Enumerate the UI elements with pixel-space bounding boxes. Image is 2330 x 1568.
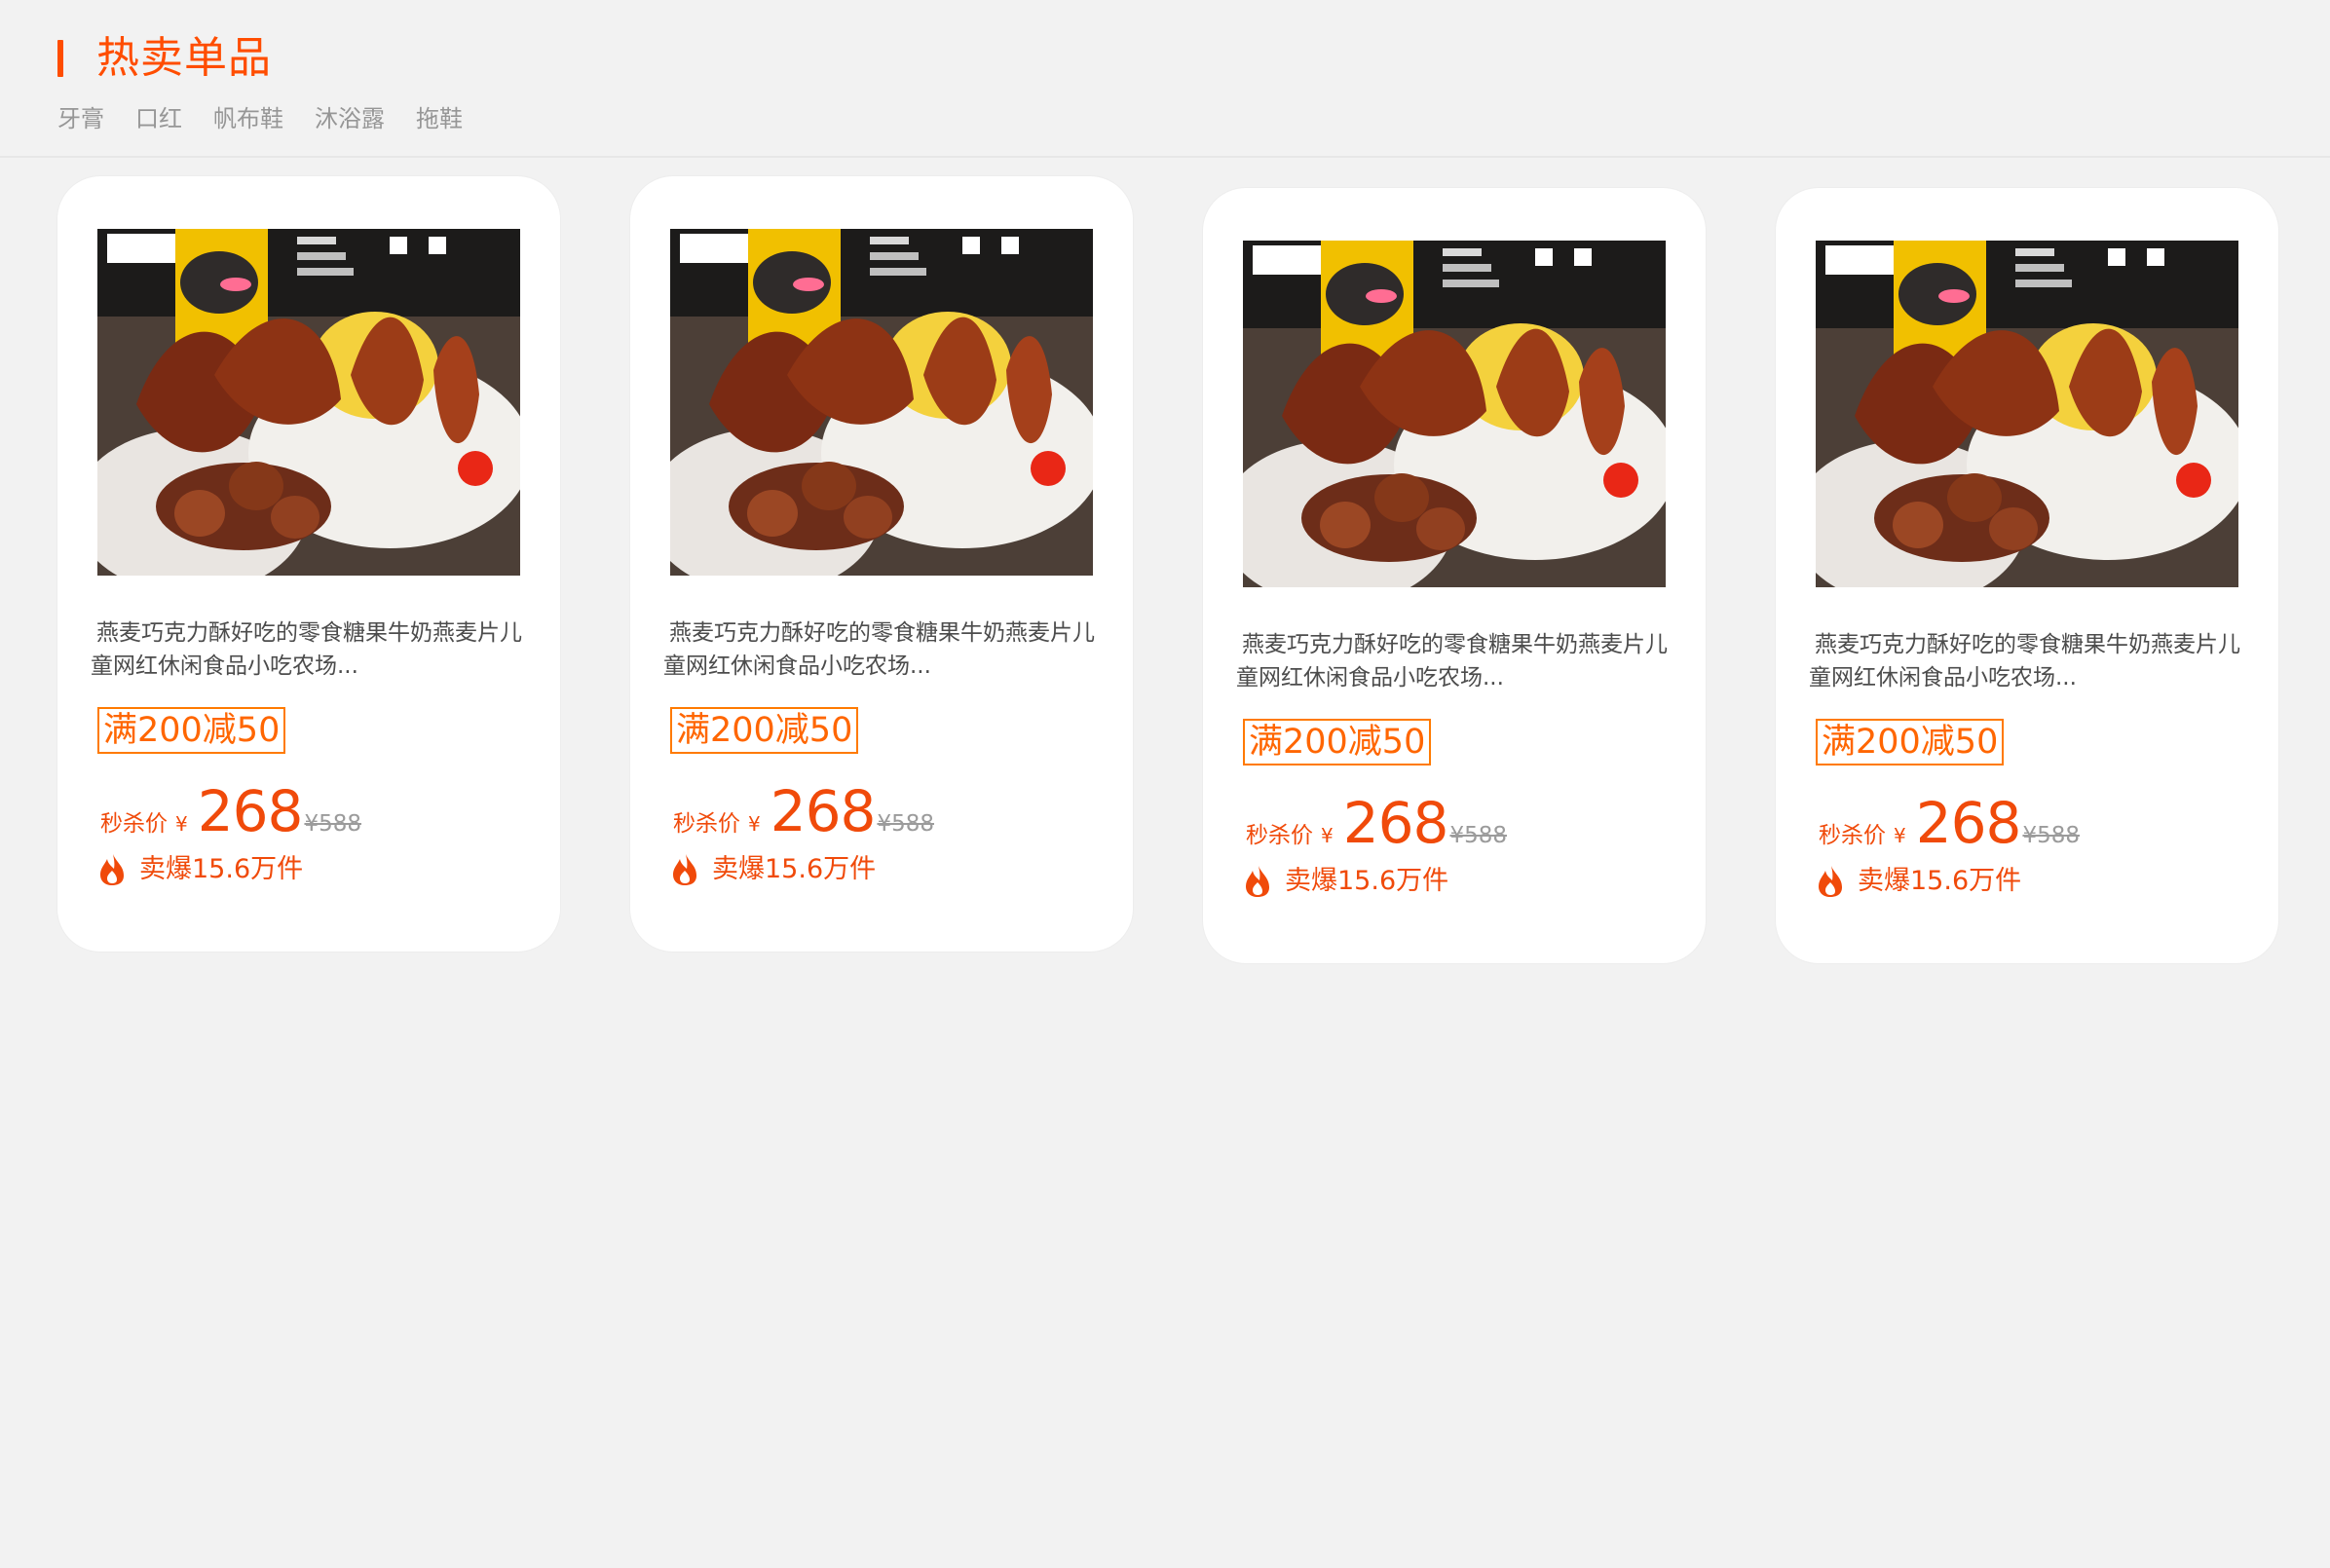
tab-canvas-shoes[interactable]: 帆布鞋 (213, 101, 283, 136)
original-price: ¥588 (304, 811, 361, 837)
original-price: ¥588 (2022, 823, 2080, 848)
coupon-badge: 满200减50 (670, 707, 859, 754)
currency-symbol: ¥ (1321, 824, 1334, 847)
product-image-svg (1816, 241, 2238, 587)
price-row: 秒杀价 ¥ 268 ¥588 (100, 778, 361, 844)
price-row: 秒杀价 ¥ 268 ¥588 (673, 778, 934, 844)
coupon-badge: 满200减50 (97, 707, 286, 754)
sale-price: 268 (197, 778, 304, 844)
currency-symbol: ¥ (175, 812, 188, 836)
product-card-4[interactable]: 燕麦巧克力酥好吃的零食糖果牛奶燕麦片儿童网红休闲食品小吃农场... 满200减5… (1776, 188, 2278, 963)
duck-snack-product-image[interactable] (97, 229, 520, 576)
currency-symbol: ¥ (1894, 824, 1906, 847)
hot-products-header: 热卖单品 牙膏 口红 帆布鞋 沐浴露 拖鞋 (0, 0, 2330, 158)
category-tabs: 牙膏 口红 帆布鞋 沐浴露 拖鞋 (57, 101, 463, 136)
product-card-2[interactable]: 燕麦巧克力酥好吃的零食糖果牛奶燕麦片儿童网红休闲食品小吃农场... 满200减5… (630, 176, 1133, 952)
tab-body-wash[interactable]: 沐浴露 (315, 101, 385, 136)
tab-slippers[interactable]: 拖鞋 (416, 101, 463, 136)
sales-row: 卖爆15.6万件 (1244, 862, 1448, 901)
price-label: 秒杀价 (100, 811, 168, 837)
sales-count: 卖爆15.6万件 (139, 854, 304, 884)
tab-toothpaste[interactable]: 牙膏 (57, 101, 104, 136)
section-title-accent-bar (57, 40, 63, 77)
fire-icon (100, 854, 124, 885)
product-card-3[interactable]: 燕麦巧克力酥好吃的零食糖果牛奶燕麦片儿童网红休闲食品小吃农场... 满200减5… (1203, 188, 1706, 963)
product-name[interactable]: 燕麦巧克力酥好吃的零食糖果牛奶燕麦片儿童网红休闲食品小吃农场... (1236, 628, 1674, 694)
fire-icon (673, 854, 696, 885)
price-label: 秒杀价 (1819, 823, 1886, 848)
coupon-badge: 满200减50 (1243, 719, 1432, 765)
price-label: 秒杀价 (673, 811, 740, 837)
product-image-svg (1243, 241, 1666, 587)
sale-price: 268 (1342, 790, 1449, 856)
original-price: ¥588 (877, 811, 934, 837)
product-card-1[interactable]: 燕麦巧克力酥好吃的零食糖果牛奶燕麦片儿童网红休闲食品小吃农场... 满200减5… (57, 176, 560, 952)
sales-row: 卖爆15.6万件 (671, 850, 876, 889)
fire-icon (1819, 866, 1842, 897)
sale-price: 268 (770, 778, 877, 844)
sales-count: 卖爆15.6万件 (1858, 866, 2022, 896)
duck-snack-product-image[interactable] (670, 229, 1093, 576)
product-image-svg (670, 229, 1093, 576)
product-name[interactable]: 燕麦巧克力酥好吃的零食糖果牛奶燕麦片儿童网红休闲食品小吃农场... (663, 616, 1102, 683)
tab-lipstick[interactable]: 口红 (135, 101, 182, 136)
section-title: 热卖单品 (96, 33, 272, 83)
sales-count: 卖爆15.6万件 (1285, 866, 1449, 896)
sales-row: 卖爆15.6万件 (1817, 862, 2021, 901)
duck-snack-product-image[interactable] (1243, 241, 1666, 587)
product-image-svg (97, 229, 520, 576)
fire-icon (1246, 866, 1269, 897)
sales-count: 卖爆15.6万件 (712, 854, 877, 884)
price-label: 秒杀价 (1246, 823, 1313, 848)
coupon-badge: 满200减50 (1816, 719, 2005, 765)
sale-price: 268 (1915, 790, 2022, 856)
original-price: ¥588 (1449, 823, 1507, 848)
currency-symbol: ¥ (748, 812, 761, 836)
product-name[interactable]: 燕麦巧克力酥好吃的零食糖果牛奶燕麦片儿童网红休闲食品小吃农场... (1809, 628, 2247, 694)
sales-row: 卖爆15.6万件 (98, 850, 303, 889)
price-row: 秒杀价 ¥ 268 ¥588 (1819, 790, 2080, 856)
duck-snack-product-image[interactable] (1816, 241, 2238, 587)
price-row: 秒杀价 ¥ 268 ¥588 (1246, 790, 1507, 856)
product-name[interactable]: 燕麦巧克力酥好吃的零食糖果牛奶燕麦片儿童网红休闲食品小吃农场... (91, 616, 529, 683)
